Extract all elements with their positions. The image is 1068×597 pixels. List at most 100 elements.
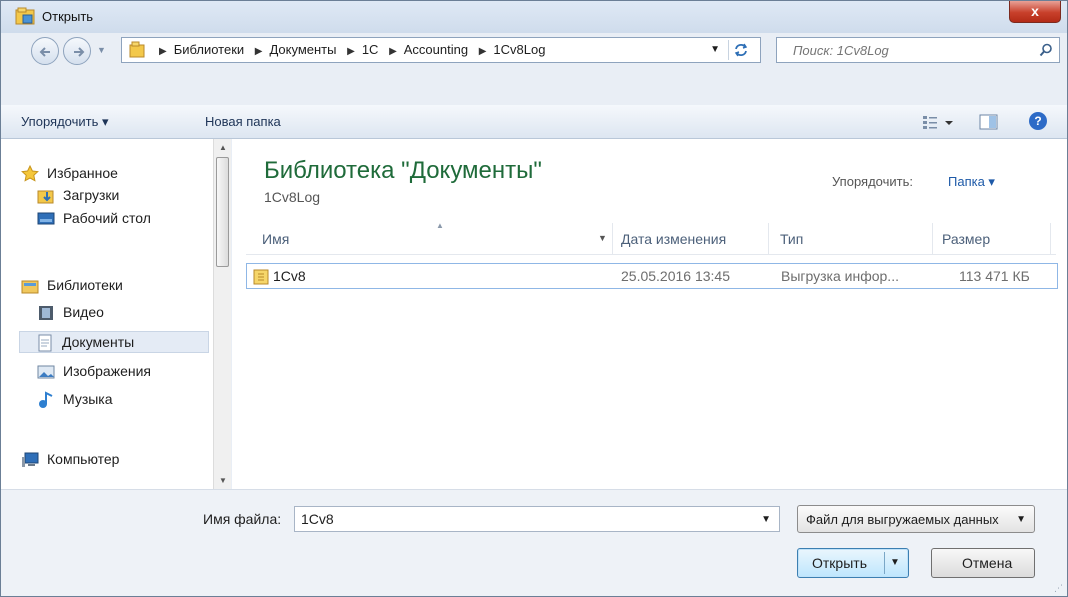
preview-pane-button[interactable] — [979, 113, 999, 134]
chevron-right-icon: ▶ — [159, 46, 167, 57]
column-divider[interactable] — [1050, 223, 1051, 255]
new-folder-button[interactable]: Новая папка — [205, 114, 281, 129]
resize-grip-icon[interactable]: ⋰ — [1054, 583, 1063, 594]
file-size: 113 471 КБ — [959, 268, 1030, 284]
scrollbar-thumb[interactable] — [216, 157, 229, 267]
column-filter-dropdown-icon[interactable]: ▼ — [598, 233, 607, 243]
dialog-icon — [15, 7, 35, 25]
file-name: 1Cv8 — [273, 268, 306, 284]
filetype-select[interactable]: Файл для выгружаемых данных ▼ — [797, 505, 1035, 533]
libraries-icon — [21, 277, 39, 298]
chevron-right-icon: ▶ — [478, 46, 487, 57]
close-button[interactable]: x — [1009, 1, 1061, 23]
sidebar-item-label: Библиотеки — [47, 277, 123, 293]
filename-dropdown-icon[interactable]: ▼ — [761, 514, 771, 525]
music-icon — [37, 391, 55, 412]
chevron-right-icon: ▶ — [254, 46, 263, 57]
filename-label: Имя файла: — [203, 511, 282, 527]
preview-pane-icon — [979, 114, 998, 130]
chevron-down-icon: ▼ — [1016, 514, 1026, 525]
breadcrumb-item-1c[interactable]: 1С — [362, 42, 379, 57]
column-header-row: Имя ▲ ▼ Дата изменения Тип Размер — [246, 221, 1056, 255]
column-divider[interactable] — [612, 223, 613, 255]
column-header-type[interactable]: Тип — [780, 231, 803, 247]
navigation-scrollbar[interactable]: ▲ ▼ — [213, 139, 231, 489]
chevron-right-icon: ▶ — [389, 46, 397, 57]
back-arrow-icon — [39, 47, 50, 57]
filename-value: 1Cv8 — [301, 511, 334, 527]
open-options-dropdown-icon[interactable]: ▼ — [890, 557, 900, 568]
dialog-title: Открыть — [42, 9, 94, 24]
breadcrumb-item-libraries[interactable]: Библиотеки — [174, 42, 244, 57]
arrange-by-dropdown[interactable]: Папка ▾ — [948, 174, 995, 190]
column-header-date[interactable]: Дата изменения — [621, 231, 726, 247]
forward-button[interactable] — [63, 37, 91, 65]
file-list-pane: Библиотека "Документы" 1Cv8Log Упорядочи… — [232, 139, 1067, 489]
title-bar[interactable]: Открыть x — [1, 1, 1067, 33]
view-options-button[interactable] — [921, 113, 955, 134]
open-button-label: Открыть — [812, 555, 867, 571]
sidebar-item-label: Документы — [62, 334, 135, 350]
open-button[interactable]: Открыть ▼ — [797, 548, 909, 578]
toolbar-spacer — [1, 69, 1067, 105]
chevron-right-icon: ▶ — [347, 46, 355, 57]
sort-ascending-icon: ▲ — [436, 221, 444, 230]
arrange-by-label: Упорядочить: — [832, 174, 913, 189]
documents-icon — [36, 334, 54, 355]
forward-arrow-icon — [74, 47, 85, 57]
breadcrumb-item-accounting[interactable]: Accounting — [404, 42, 468, 57]
breadcrumb-item-1cv8log[interactable]: 1Cv8Log — [493, 42, 545, 57]
sidebar-item-label: Видео — [63, 304, 104, 320]
navigation-pane: Избранное Загрузки Рабочий стол Библиоте… — [1, 139, 231, 489]
address-dropdown-icon[interactable]: ▼ — [710, 44, 720, 55]
search-box[interactable] — [776, 37, 1060, 63]
scroll-up-icon[interactable]: ▲ — [219, 143, 227, 152]
history-dropdown-icon[interactable]: ▼ — [97, 45, 106, 55]
column-header-size[interactable]: Размер — [942, 231, 990, 247]
desktop-icon — [37, 210, 55, 231]
file-type: Выгрузка инфор... — [781, 268, 899, 284]
view-list-icon — [923, 116, 953, 129]
column-header-name[interactable]: Имя — [262, 231, 289, 247]
cancel-button[interactable]: Отмена — [931, 548, 1035, 578]
sidebar-item-label: Музыка — [63, 391, 113, 407]
sidebar-item-label: Рабочий стол — [63, 210, 151, 226]
close-icon: x — [1031, 3, 1039, 19]
archive-file-icon — [253, 268, 269, 289]
sidebar-item-label: Изображения — [63, 363, 151, 379]
search-input[interactable] — [791, 41, 1021, 59]
organize-button[interactable]: Упорядочить ▾ — [21, 114, 109, 130]
downloads-folder-icon — [37, 187, 55, 208]
refresh-icon — [734, 43, 748, 57]
scroll-down-icon[interactable]: ▼ — [219, 476, 227, 485]
star-icon — [21, 164, 39, 186]
split-divider — [884, 552, 885, 574]
refresh-button[interactable] — [728, 40, 754, 60]
back-button[interactable] — [31, 37, 59, 65]
address-bar[interactable]: ▶ Библиотеки ▶ Документы ▶ 1С ▶ Accounting ▶… — [121, 37, 761, 63]
breadcrumb-item-documents[interactable]: Документы — [269, 42, 336, 57]
breadcrumb: ▶ Библиотеки ▶ Документы ▶ 1С ▶ Accounting ▶… — [152, 42, 545, 57]
folder-icon — [129, 41, 145, 62]
sidebar-item-label: Загрузки — [63, 187, 120, 203]
filetype-value: Файл для выгружаемых данных — [806, 512, 999, 527]
cancel-button-label: Отмена — [962, 555, 1013, 571]
sidebar-item-label: Компьютер — [47, 451, 120, 467]
column-divider[interactable] — [932, 223, 933, 255]
dialog-footer: Имя файла: 1Cv8 ▼ Файл для выгружаемых д… — [1, 489, 1067, 596]
help-icon[interactable]: ? — [1029, 112, 1047, 130]
column-divider[interactable] — [768, 223, 769, 255]
open-file-dialog: Открыть x ▼ ▶ Библиотеки ▶ Документы ▶ 1С ▶… — [0, 0, 1068, 597]
video-icon — [37, 304, 55, 325]
library-subtitle: 1Cv8Log — [264, 189, 321, 205]
library-title: Библиотека "Документы" — [264, 157, 542, 184]
sidebar-item-documents[interactable]: Документы — [19, 331, 209, 353]
address-row: ▼ ▶ Библиотеки ▶ Документы ▶ 1С ▶ Accounting… — [1, 33, 1067, 69]
search-icon[interactable] — [1039, 43, 1053, 60]
computer-icon — [21, 451, 39, 472]
images-icon — [37, 363, 55, 384]
file-row[interactable]: 1Cv8 25.05.2016 13:45 Выгрузка инфор... … — [246, 263, 1058, 289]
command-toolbar: Упорядочить ▾ Новая папка ? — [1, 105, 1067, 139]
sidebar-item-label: Избранное — [47, 165, 118, 181]
filename-field[interactable]: 1Cv8 ▼ — [294, 506, 780, 532]
